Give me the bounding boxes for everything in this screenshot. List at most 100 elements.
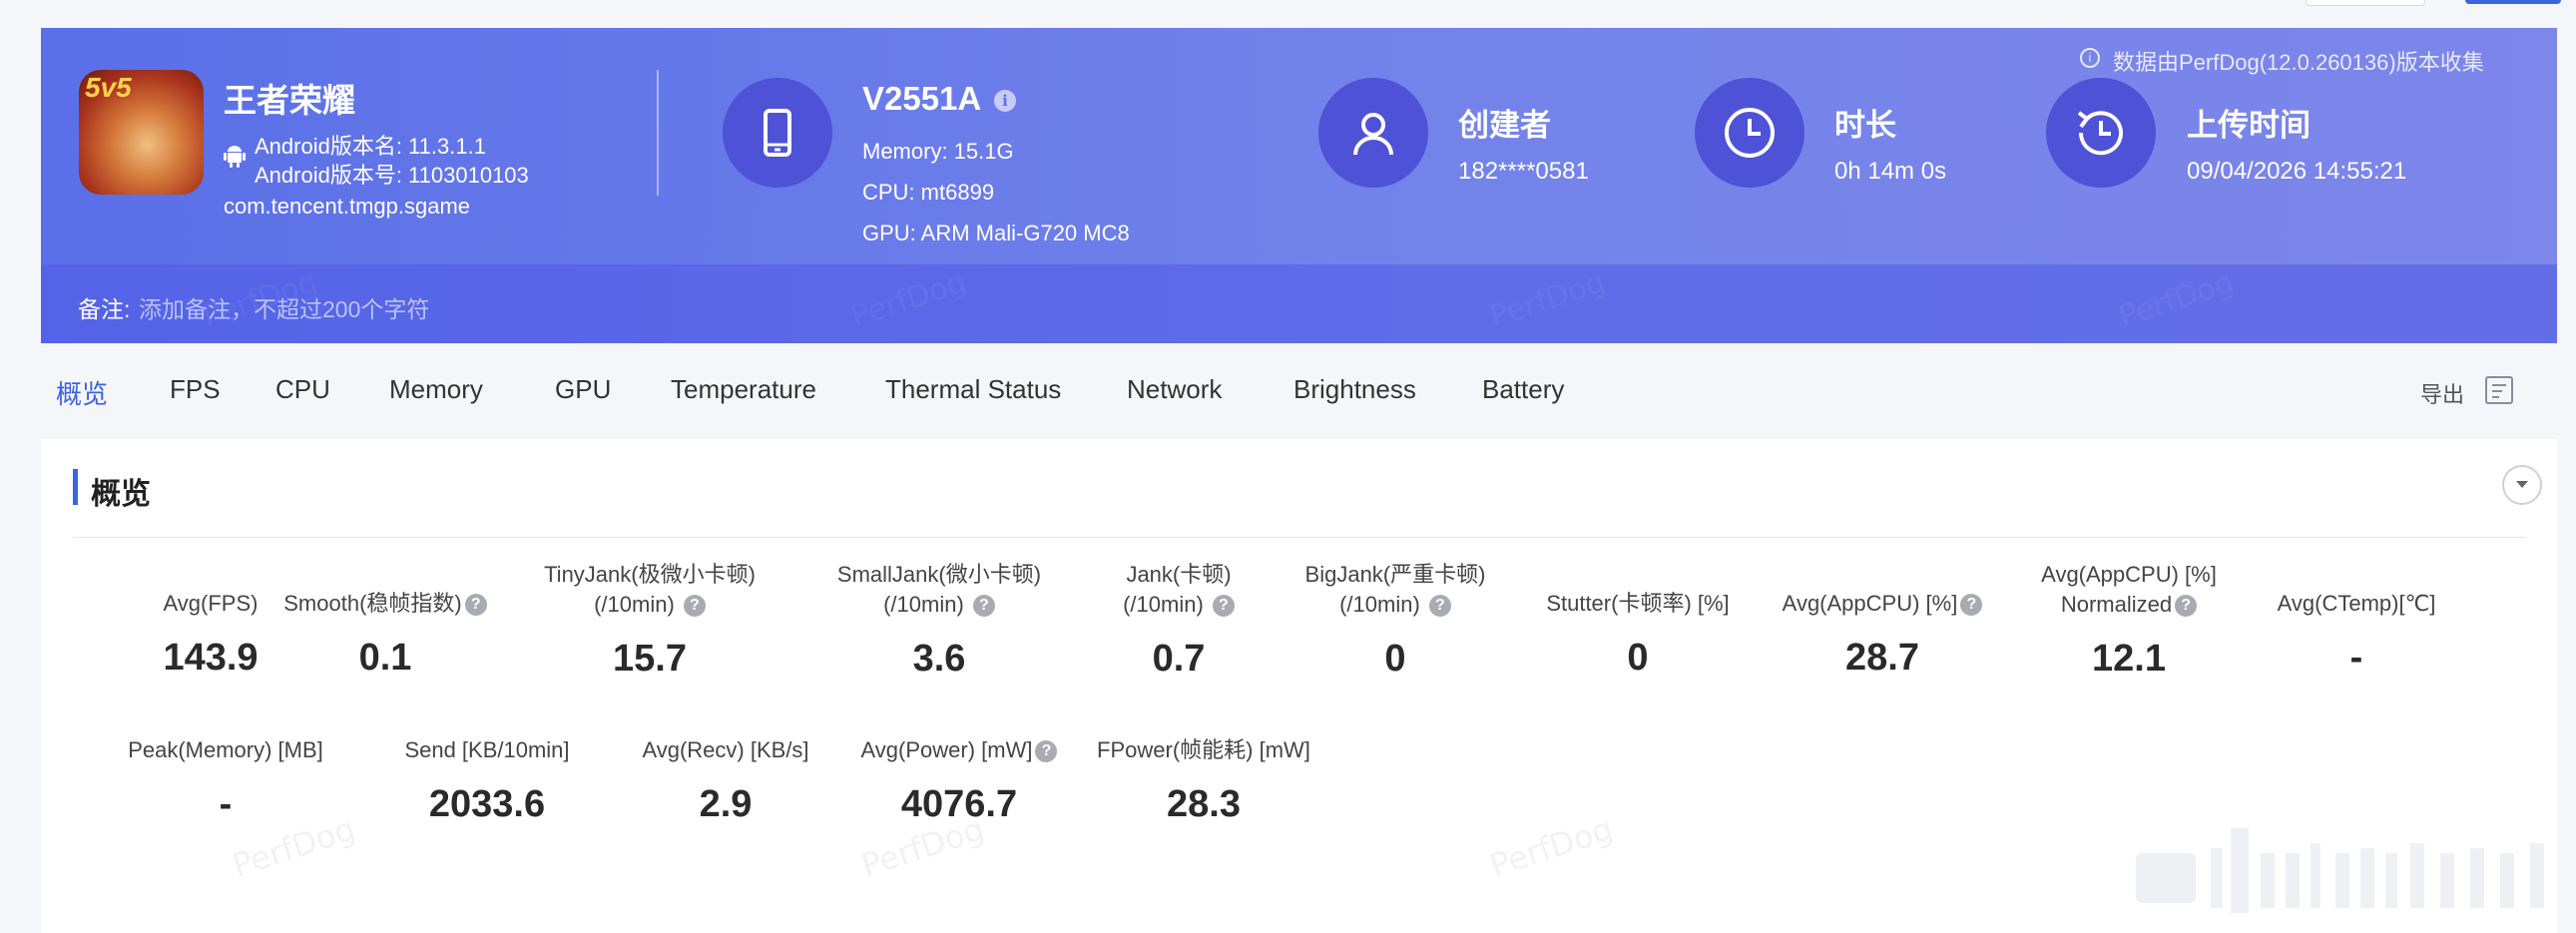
metric-label: FPower(帧能耗) [mW] — [1097, 737, 1310, 762]
tab-temperature[interactable]: Temperature — [671, 374, 816, 405]
metric-value: - — [219, 783, 233, 825]
overview-title: 概览 — [91, 478, 151, 511]
tab-network[interactable]: Network — [1127, 374, 1222, 405]
metric-smooth: Smooth(稳帧指数)? 0.1 — [260, 589, 510, 680]
metric-label: SmallJank(微小卡顿) — [836, 562, 1042, 587]
decorative-graphic — [2136, 828, 2544, 913]
remark-label: 备注: — [78, 296, 131, 322]
metric-bigjank: BigJank(严重卡顿) (/10min) ? 0 — [1271, 560, 1520, 681]
metric-label: Stutter(卡顿率) [%] — [1546, 591, 1730, 616]
export-icon[interactable] — [2483, 373, 2517, 407]
upload-time-title: 上传时间 — [2187, 108, 2311, 143]
metric-value: - — [2349, 637, 2363, 679]
app-name: 王者荣耀 — [224, 82, 355, 119]
metric-send: Send [KB/10min] 2033.6 — [372, 735, 602, 826]
help-icon[interactable]: ? — [1212, 595, 1235, 618]
metric-label: Avg(AppCPU) [%] — [2041, 562, 2217, 587]
device-memory: Memory: 15.1G — [862, 139, 1014, 164]
tab-memory[interactable]: Memory — [389, 374, 483, 405]
tab-cpu[interactable]: CPU — [275, 374, 330, 405]
metric-avg-appcpu-normalized: Avg(AppCPU) [%] Normalized? 12.1 — [2009, 560, 2249, 681]
android-icon — [224, 146, 246, 168]
export-button[interactable]: 导出 — [2420, 377, 2464, 409]
metric-label: Avg(CTemp)[℃] — [2277, 591, 2436, 616]
metric-value: 0.1 — [358, 637, 412, 679]
metric-label: (/10min) — [1339, 592, 1420, 617]
android-version-name: Android版本名: 11.3.1.1 — [255, 134, 486, 159]
tab-fps[interactable]: FPS — [170, 374, 221, 405]
metric-avg-appcpu: Avg(AppCPU) [%]? 28.7 — [1763, 589, 2002, 680]
user-icon — [1318, 78, 1428, 188]
metric-label: Send [KB/10min] — [404, 737, 570, 762]
metric-label: Avg(AppCPU) [%] — [1782, 591, 1958, 616]
phone-icon — [723, 78, 832, 188]
metric-label: (/10min) — [1123, 592, 1204, 617]
tab-battery[interactable]: Battery — [1482, 374, 1564, 405]
tab-gpu[interactable]: GPU — [555, 374, 611, 405]
tab-brightness[interactable]: Brightness — [1293, 374, 1416, 405]
metric-tinyjank: TinyJank(极微小卡顿) (/10min) ? 15.7 — [520, 560, 779, 681]
divider — [73, 537, 2526, 538]
chevron-down-icon — [2516, 481, 2528, 488]
help-icon[interactable]: ? — [1428, 595, 1451, 618]
help-icon[interactable]: ? — [972, 595, 995, 618]
android-version-code: Android版本号: 1103010103 — [255, 163, 529, 188]
package-name: com.tencent.tmgp.sgame — [224, 194, 471, 219]
duration-value: 0h 14m 0s — [1834, 158, 1947, 185]
metric-value: 12.1 — [2092, 638, 2166, 680]
creator-value: 182****0581 — [1458, 158, 1589, 185]
metric-value: 2.9 — [699, 783, 753, 825]
metric-avg-ctemp: Avg(CTemp)[℃] - — [2257, 589, 2456, 680]
metric-label: Normalized — [2060, 592, 2173, 617]
metric-value: 0.7 — [1152, 638, 1206, 680]
metric-label: Avg(Recv) [KB/s] — [642, 737, 809, 762]
device-info-icon[interactable]: i — [994, 90, 1016, 112]
collapse-toggle[interactable] — [2502, 465, 2542, 505]
app-icon-badge: 5v5 — [85, 72, 132, 103]
device-gpu: GPU: ARM Mali-G720 MC8 — [862, 221, 1130, 245]
metric-label: Peak(Memory) [MB] — [128, 737, 323, 762]
metric-label: TinyJank(极微小卡顿) — [544, 562, 756, 587]
device-cpu: CPU: mt6899 — [862, 180, 995, 205]
metric-value: 0 — [1384, 638, 1406, 680]
tab-overview[interactable]: 概览 — [56, 374, 108, 411]
metric-value: 28.3 — [1167, 783, 1241, 825]
metric-avg-power: Avg(Power) [mW]? 4076.7 — [839, 735, 1079, 826]
metric-value: 15.7 — [613, 638, 687, 680]
help-icon[interactable]: ? — [1035, 740, 1058, 763]
clock-icon — [1695, 78, 1804, 188]
metric-jank: Jank(卡顿) (/10min) ? 0.7 — [1069, 560, 1288, 681]
metric-peak-memory: Peak(Memory) [MB] - — [106, 735, 345, 826]
duration-title: 时长 — [1834, 108, 1896, 143]
divider — [657, 70, 659, 196]
metric-value: 28.7 — [1845, 637, 1919, 679]
report-header: PerfDog PerfDog PerfDog PerfDog 5v5 王者荣耀… — [41, 28, 2557, 343]
info-icon: i — [2080, 48, 2100, 68]
metric-label: BigJank(严重卡顿) — [1304, 562, 1486, 587]
metric-smalljank: SmallJank(微小卡顿) (/10min) ? 3.6 — [809, 560, 1069, 681]
metric-stutter: Stutter(卡顿率) [%] 0 — [1518, 589, 1758, 680]
top-primary-button[interactable] — [2465, 0, 2561, 4]
remark-input[interactable]: 添加备注，不超过200个字符 — [139, 290, 429, 324]
metric-fpower: FPower(帧能耗) [mW] 28.3 — [1084, 735, 1323, 826]
metric-label: (/10min) — [883, 592, 964, 617]
metric-label: Jank(卡顿) — [1126, 562, 1232, 587]
help-icon[interactable]: ? — [683, 595, 706, 618]
help-icon[interactable]: ? — [2175, 595, 2198, 618]
metric-value: 4076.7 — [900, 783, 1018, 825]
section-accent — [73, 469, 78, 505]
metric-label: Smooth(稳帧指数) — [283, 591, 462, 616]
collect-version-note: 数据由PerfDog(12.0.260136)版本收集 — [2113, 50, 2484, 75]
help-icon[interactable]: ? — [1960, 594, 1983, 617]
device-model: V2551A — [862, 80, 982, 117]
watermark: PerfDog — [1485, 809, 1618, 885]
help-icon[interactable]: ? — [464, 594, 487, 617]
history-icon — [2046, 78, 2156, 188]
top-secondary-button[interactable] — [2306, 0, 2425, 6]
tab-thermal-status[interactable]: Thermal Status — [885, 374, 1061, 405]
metric-value: 2033.6 — [428, 783, 546, 825]
app-icon: 5v5 — [79, 70, 204, 195]
creator-title: 创建者 — [1458, 108, 1551, 143]
metric-value: 3.6 — [912, 638, 966, 680]
upload-time-value: 09/04/2026 14:55:21 — [2187, 158, 2407, 185]
